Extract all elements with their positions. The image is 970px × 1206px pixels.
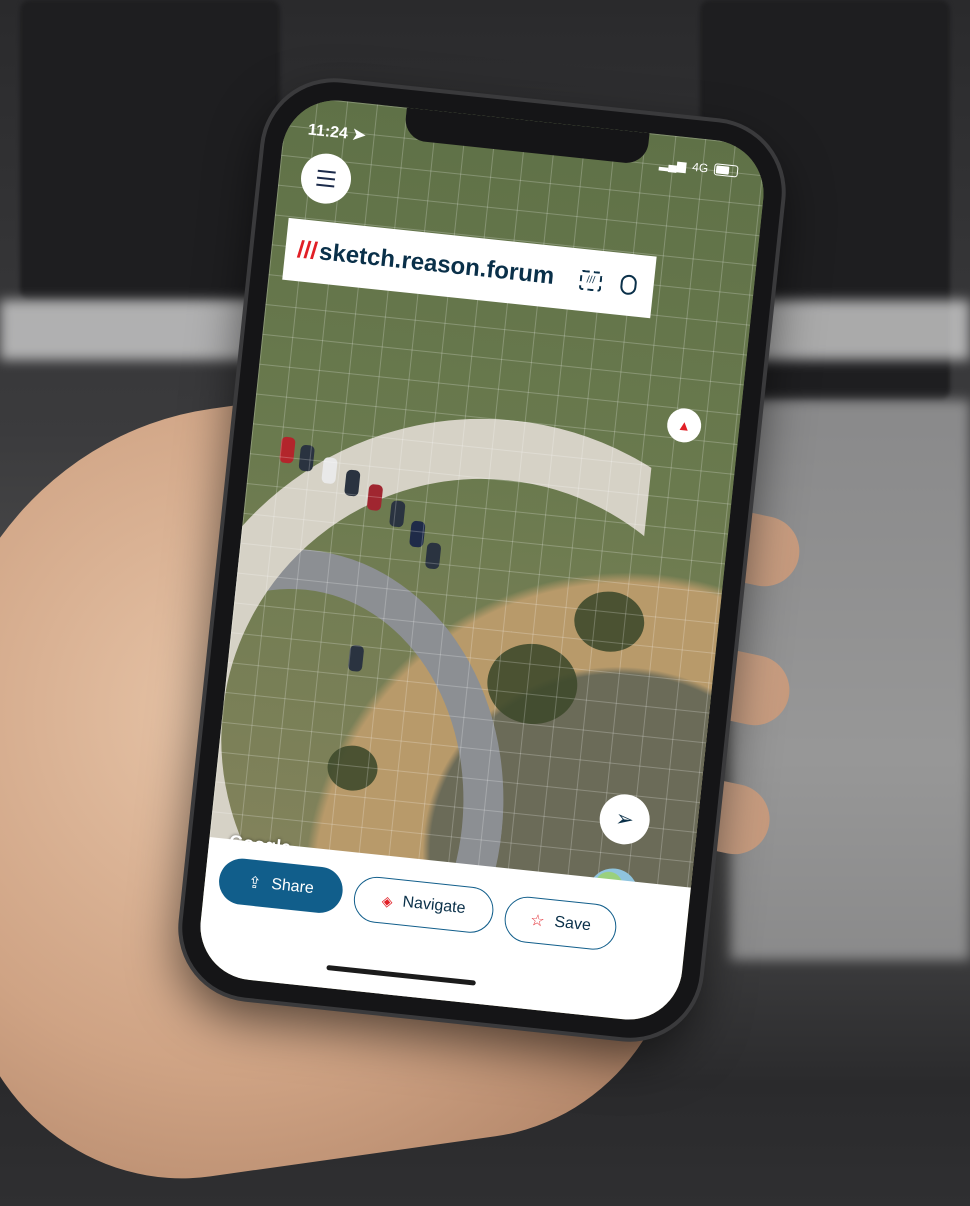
navigate-icon: ◈ — [381, 891, 394, 909]
save-label: Save — [553, 913, 592, 935]
signal-icon: ▂▄▆ — [658, 156, 687, 174]
battery-icon — [713, 163, 739, 178]
location-arrow-icon: ➢ — [614, 805, 636, 833]
home-indicator[interactable] — [326, 964, 476, 986]
menu-icon-bar — [316, 176, 336, 181]
star-icon: ☆ — [529, 912, 546, 931]
save-button[interactable]: ☆ Save — [502, 894, 619, 952]
compass-icon: ▲ — [676, 416, 692, 435]
scan-button[interactable]: /// — [576, 267, 605, 296]
menu-icon — [317, 169, 336, 174]
share-button[interactable]: ⇪ Share — [216, 856, 345, 916]
address-slashes: /// — [296, 236, 319, 266]
navigate-button[interactable]: ◈ Navigate — [351, 874, 496, 935]
menu-icon-bar — [316, 183, 335, 188]
scan-icon: /// — [578, 269, 603, 292]
network-type: 4G — [691, 159, 709, 176]
microphone-icon — [619, 274, 638, 296]
share-icon: ⇪ — [247, 874, 263, 893]
address-text: sketch.reason.forum — [317, 238, 556, 290]
share-label: Share — [270, 875, 315, 898]
navigate-label: Navigate — [401, 893, 467, 918]
phone-screen: 11:24 ➤ ▂▄▆ 4G /// sketch.reason.forum /… — [195, 95, 769, 1025]
background-vent-left — [20, 0, 280, 300]
phone: 11:24 ➤ ▂▄▆ 4G /// sketch.reason.forum /… — [175, 75, 789, 1045]
microphone-button[interactable] — [614, 271, 643, 300]
